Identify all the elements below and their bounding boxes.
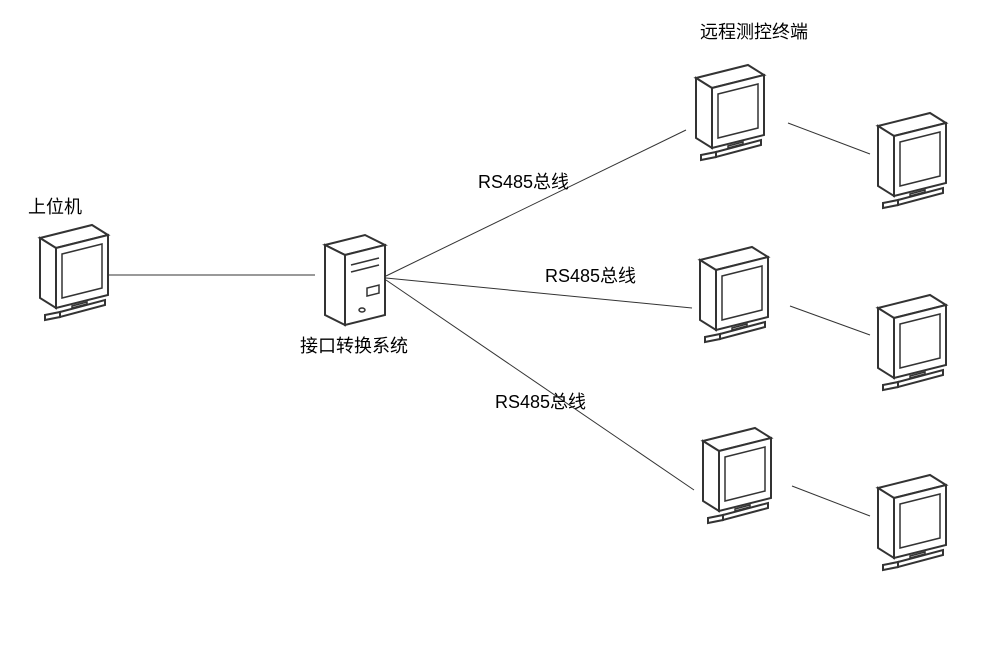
host-label: 上位机: [28, 193, 82, 219]
line-bus2: [386, 278, 692, 308]
terminal-monitor-icon: [878, 113, 946, 208]
terminal-monitor-icon: [878, 295, 946, 390]
converter-server-icon: [325, 235, 385, 325]
line-bus1: [386, 130, 686, 276]
converter-label: 接口转换系统: [300, 332, 408, 358]
terminal-monitor-icon: [703, 428, 771, 523]
line-bus2-ext: [790, 306, 870, 335]
bus2-label: RS485总线: [545, 262, 636, 288]
diagram-canvas: [0, 0, 1000, 670]
host-monitor-icon: [40, 225, 108, 320]
line-bus1-ext: [788, 123, 870, 154]
line-bus3: [386, 280, 694, 490]
bus1-label: RS485总线: [478, 168, 569, 194]
terminal-monitor-icon: [700, 247, 768, 342]
terminal-monitor-icon: [878, 475, 946, 570]
terminal-monitor-icon: [696, 65, 764, 160]
bus3-label: RS485总线: [495, 388, 586, 414]
terminal-header-label: 远程测控终端: [700, 18, 808, 44]
line-bus3-ext: [792, 486, 870, 516]
